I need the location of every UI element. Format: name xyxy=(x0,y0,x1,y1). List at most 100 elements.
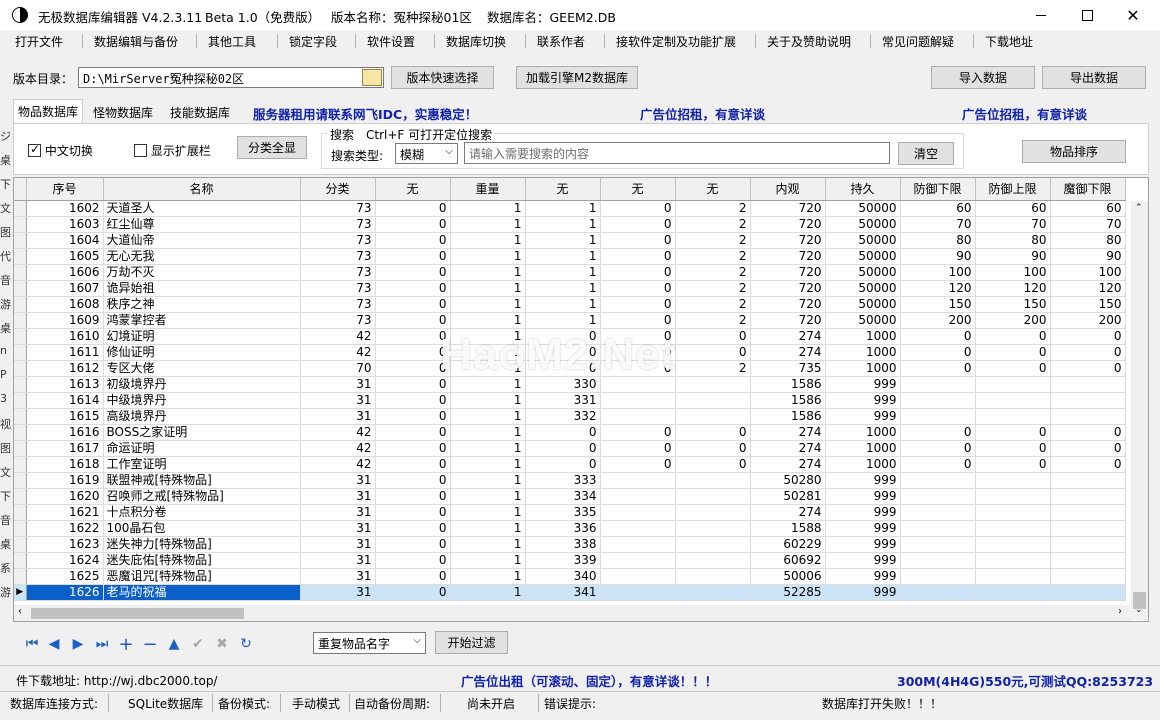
table-cell[interactable]: 334 xyxy=(525,488,601,505)
table-cell[interactable]: 0 xyxy=(375,216,451,233)
table-cell[interactable]: 31 xyxy=(300,568,376,585)
table-row[interactable]: 1604 大道仙帝 73 0 1 1 0 2 720 50000 80 80 80 xyxy=(14,232,1126,249)
table-cell[interactable]: 720 xyxy=(750,264,826,281)
table-cell[interactable]: 31 xyxy=(300,536,376,553)
scroll-down-icon[interactable]: ⌄ xyxy=(1135,605,1143,615)
table-cell[interactable] xyxy=(975,504,1051,521)
table-cell[interactable]: 专区大佬 xyxy=(103,360,301,377)
table-cell[interactable]: 1615 xyxy=(26,408,104,425)
table-cell[interactable]: 0 xyxy=(375,408,451,425)
filter-select[interactable]: 重复物品名字 ⌵ xyxy=(313,632,426,654)
table-row[interactable]: 1602 天道圣人 73 0 1 1 0 2 720 50000 60 60 60 xyxy=(14,200,1126,217)
import-button[interactable]: 导入数据 xyxy=(931,66,1035,89)
table-row[interactable]: 1625 恶魔诅咒[特殊物品] 31 0 1 340 50006 999 xyxy=(14,568,1126,585)
row-indicator[interactable] xyxy=(14,216,27,233)
table-cell[interactable]: 100 xyxy=(975,264,1051,281)
table-cell[interactable] xyxy=(1050,536,1126,553)
table-row[interactable]: 1618 工作室证明 42 0 1 0 0 0 274 1000 0 0 0 xyxy=(14,456,1126,473)
horizontal-scroll-thumb[interactable] xyxy=(31,608,244,619)
minimize-button[interactable] xyxy=(1018,0,1064,30)
table-cell[interactable]: BOSS之家证明 xyxy=(103,424,301,441)
table-cell[interactable] xyxy=(600,552,676,569)
table-cell[interactable] xyxy=(600,504,676,521)
table-cell[interactable]: 恶魔诅咒[特殊物品] xyxy=(103,568,301,585)
table-row[interactable]: 1615 高级境界丹 31 0 1 332 1586 999 xyxy=(14,408,1126,425)
table-cell[interactable]: 274 xyxy=(750,440,826,457)
table-cell[interactable]: 0 xyxy=(600,264,676,281)
table-cell[interactable] xyxy=(900,568,976,585)
table-cell[interactable]: 1586 xyxy=(750,392,826,409)
table-cell[interactable]: 1000 xyxy=(825,456,901,473)
table-cell[interactable]: 341 xyxy=(525,584,601,601)
table-cell[interactable]: 1000 xyxy=(825,328,901,345)
table-cell[interactable]: 修仙证明 xyxy=(103,344,301,361)
table-cell[interactable]: 720 xyxy=(750,280,826,297)
table-cell[interactable]: 50000 xyxy=(825,248,901,265)
table-cell[interactable]: 100 xyxy=(1050,264,1126,281)
table-cell[interactable]: 70 xyxy=(300,360,376,377)
table-cell[interactable]: 0 xyxy=(975,344,1051,361)
table-cell[interactable]: 1 xyxy=(450,456,526,473)
table-cell[interactable]: 1586 xyxy=(750,376,826,393)
table-cell[interactable]: 999 xyxy=(825,520,901,537)
row-indicator[interactable] xyxy=(14,248,27,265)
row-indicator[interactable] xyxy=(14,568,27,585)
menu-item[interactable]: 联系作者 xyxy=(537,33,585,50)
table-row[interactable]: 1611 修仙证明 42 0 1 0 0 0 274 1000 0 0 0 xyxy=(14,344,1126,361)
tab-skills[interactable]: 技能数据库 xyxy=(166,101,234,123)
table-cell[interactable]: 0 xyxy=(375,504,451,521)
table-cell[interactable]: 0 xyxy=(1050,344,1126,361)
table-cell[interactable]: 1000 xyxy=(825,344,901,361)
table-cell[interactable]: 0 xyxy=(600,232,676,249)
table-cell[interactable]: 336 xyxy=(525,520,601,537)
show-ext-toggle[interactable]: 显示扩展栏 xyxy=(134,142,211,159)
table-cell[interactable]: 天道圣人 xyxy=(103,200,301,217)
table-cell[interactable]: 0 xyxy=(375,344,451,361)
table-cell[interactable]: 720 xyxy=(750,296,826,313)
table-cell[interactable]: 召唤师之戒[特殊物品] xyxy=(103,488,301,505)
insert-record-icon[interactable]: + xyxy=(118,634,134,655)
table-cell[interactable]: 31 xyxy=(300,504,376,521)
table-cell[interactable]: 幻境证明 xyxy=(103,328,301,345)
table-row[interactable]: 1616 BOSS之家证明 42 0 1 0 0 0 274 1000 0 0 0 xyxy=(14,424,1126,441)
table-cell[interactable] xyxy=(900,504,976,521)
column-header[interactable]: 持久 xyxy=(825,178,901,201)
table-cell[interactable]: 红尘仙尊 xyxy=(103,216,301,233)
search-input[interactable]: 请输入需要搜索的内容 xyxy=(464,142,890,164)
table-cell[interactable] xyxy=(975,520,1051,537)
table-cell[interactable]: 0 xyxy=(375,472,451,489)
table-cell[interactable]: 73 xyxy=(300,296,376,313)
table-cell[interactable]: 1 xyxy=(450,504,526,521)
table-cell[interactable]: 70 xyxy=(900,216,976,233)
post-record-icon[interactable]: ✔ xyxy=(190,636,206,652)
table-cell[interactable] xyxy=(675,520,751,537)
table-row[interactable]: 1617 命运证明 42 0 1 0 0 0 274 1000 0 0 0 xyxy=(14,440,1126,457)
table-cell[interactable] xyxy=(600,568,676,585)
search-type-select[interactable]: 模糊 ⌵ xyxy=(395,143,458,164)
row-indicator[interactable] xyxy=(14,296,27,313)
menu-item[interactable]: 其他工具 xyxy=(208,33,256,50)
table-cell[interactable]: 999 xyxy=(825,376,901,393)
table-cell[interactable]: 0 xyxy=(375,440,451,457)
table-cell[interactable]: 50006 xyxy=(750,568,826,585)
table-cell[interactable]: 50280 xyxy=(750,472,826,489)
table-cell[interactable]: 1604 xyxy=(26,232,104,249)
table-cell[interactable]: 2 xyxy=(675,312,751,329)
table-cell[interactable]: 联盟神戒[特殊物品] xyxy=(103,472,301,489)
table-cell[interactable]: 31 xyxy=(300,376,376,393)
export-button[interactable]: 导出数据 xyxy=(1042,66,1146,89)
table-cell[interactable]: 0 xyxy=(900,440,976,457)
table-cell[interactable] xyxy=(900,520,976,537)
table-cell[interactable]: 1 xyxy=(450,392,526,409)
table-cell[interactable]: 60692 xyxy=(750,552,826,569)
table-row[interactable]: 1603 红尘仙尊 73 0 1 1 0 2 720 50000 70 70 70 xyxy=(14,216,1126,233)
table-cell[interactable]: 120 xyxy=(900,280,976,297)
table-cell[interactable]: 999 xyxy=(825,472,901,489)
column-header[interactable]: 重量 xyxy=(450,178,526,201)
menu-item[interactable]: 数据编辑与备份 xyxy=(94,33,178,50)
table-cell[interactable]: 330 xyxy=(525,376,601,393)
table-cell[interactable] xyxy=(900,536,976,553)
table-cell[interactable]: 1619 xyxy=(26,472,104,489)
folder-browse-icon[interactable] xyxy=(362,69,382,86)
scroll-left-icon[interactable]: ‹ xyxy=(18,606,22,617)
